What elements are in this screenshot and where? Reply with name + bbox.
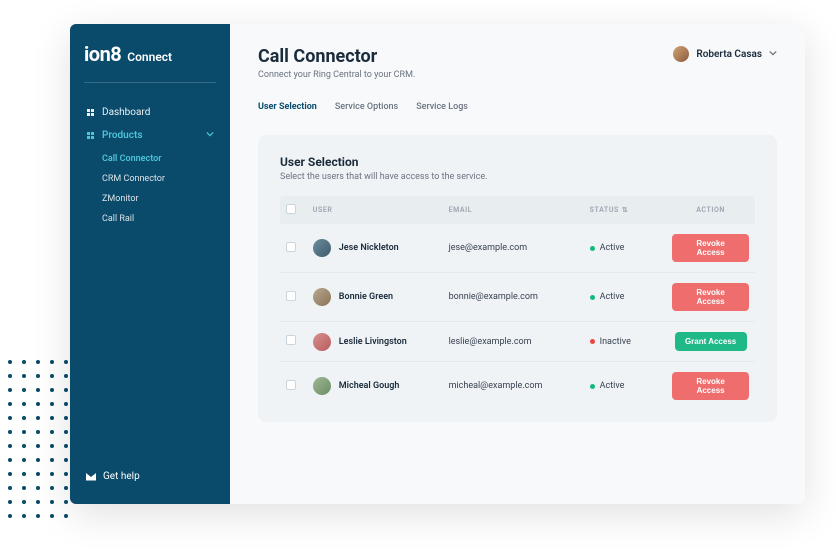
sidebar-item-dashboard[interactable]: Dashboard [84, 101, 216, 124]
nav-list: Dashboard Products Call Connector CRM Co… [84, 101, 216, 467]
th-checkbox [280, 196, 307, 224]
grid-icon [86, 132, 94, 140]
table-row: Bonnie Green bonnie@example.com Active R… [280, 273, 755, 322]
user-name: Jese Nickleton [339, 243, 399, 253]
chevron-down-icon [769, 49, 777, 59]
th-user: USER [307, 196, 443, 224]
user-cell: Jese Nickleton [313, 239, 437, 257]
row-checkbox[interactable] [286, 335, 296, 345]
user-cell: Bonnie Green [313, 288, 437, 306]
avatar [673, 46, 689, 62]
users-table: USER EMAIL STATUS⇅ ACTION Jese Nickleton… [280, 196, 755, 410]
nav-label: Dashboard [102, 107, 150, 118]
chevron-down-icon [206, 130, 214, 141]
grant-access-button[interactable]: Grant Access [675, 332, 747, 351]
email-cell: bonnie@example.com [443, 273, 584, 322]
subnav-call-connector[interactable]: Call Connector [100, 149, 216, 169]
title-block: Call Connector Connect your Ring Central… [258, 46, 415, 80]
row-checkbox[interactable] [286, 291, 296, 301]
sort-icon: ⇅ [622, 206, 628, 214]
status-dot-icon [590, 339, 595, 344]
th-action: ACTION [666, 196, 755, 224]
row-checkbox[interactable] [286, 242, 296, 252]
user-selection-card: User Selection Select the users that wil… [258, 135, 777, 422]
page-title: Call Connector [258, 46, 415, 67]
th-status[interactable]: STATUS⇅ [584, 196, 667, 224]
email-cell: micheal@example.com [443, 362, 584, 411]
status-text: Active [600, 243, 625, 253]
status-cell: Active [590, 292, 661, 302]
email-cell: leslie@example.com [443, 322, 584, 362]
app-window: ion8 Connect Dashboard Products Call Con… [70, 24, 805, 504]
th-email: EMAIL [443, 196, 584, 224]
avatar [313, 239, 331, 257]
status-dot-icon [590, 295, 595, 300]
logo-sub: Connect [127, 50, 172, 64]
tab-user-selection[interactable]: User Selection [258, 98, 317, 116]
card-subtitle: Select the users that will have access t… [280, 172, 755, 182]
logo-main: ion8 [84, 42, 121, 66]
revoke-access-button[interactable]: Revoke Access [672, 234, 749, 262]
table-row: Micheal Gough micheal@example.com Active… [280, 362, 755, 411]
header: Call Connector Connect your Ring Central… [258, 46, 777, 80]
tab-service-logs[interactable]: Service Logs [416, 98, 468, 116]
page-subtitle: Connect your Ring Central to your CRM. [258, 70, 415, 80]
user-name: Micheal Gough [339, 381, 400, 391]
grid-icon [86, 109, 94, 117]
status-dot-icon [590, 246, 595, 251]
revoke-access-button[interactable]: Revoke Access [672, 372, 749, 400]
tab-service-options[interactable]: Service Options [335, 98, 398, 116]
nav-label: Products [102, 130, 142, 141]
get-help-link[interactable]: Get help [84, 467, 216, 486]
sidebar: ion8 Connect Dashboard Products Call Con… [70, 24, 230, 504]
subnav-call-rail[interactable]: Call Rail [100, 209, 216, 229]
subnav: Call Connector CRM Connector ZMonitor Ca… [100, 149, 216, 229]
user-name: Leslie Livingston [339, 337, 407, 347]
select-all-checkbox[interactable] [286, 204, 296, 214]
status-cell: Active [590, 381, 661, 391]
table-row: Jese Nickleton jese@example.com Active R… [280, 224, 755, 273]
avatar [313, 377, 331, 395]
status-text: Active [600, 381, 625, 391]
user-cell: Micheal Gough [313, 377, 437, 395]
email-cell: jese@example.com [443, 224, 584, 273]
subnav-crm-connector[interactable]: CRM Connector [100, 169, 216, 189]
status-text: Active [600, 292, 625, 302]
mail-icon [86, 473, 96, 481]
table-row: Leslie Livingston leslie@example.com Ina… [280, 322, 755, 362]
logo: ion8 Connect [84, 42, 216, 66]
card-title: User Selection [280, 155, 755, 169]
avatar [313, 333, 331, 351]
tabs: User Selection Service Options Service L… [258, 98, 777, 117]
row-checkbox[interactable] [286, 380, 296, 390]
status-cell: Inactive [590, 337, 661, 347]
user-cell: Leslie Livingston [313, 333, 437, 351]
status-text: Inactive [600, 337, 631, 347]
divider [84, 82, 216, 83]
subnav-zmonitor[interactable]: ZMonitor [100, 189, 216, 209]
avatar [313, 288, 331, 306]
revoke-access-button[interactable]: Revoke Access [672, 283, 749, 311]
user-name: Roberta Casas [696, 49, 762, 60]
user-menu[interactable]: Roberta Casas [673, 46, 777, 62]
status-dot-icon [590, 384, 595, 389]
user-name: Bonnie Green [339, 292, 393, 302]
help-label: Get help [103, 471, 140, 482]
main-content: Call Connector Connect your Ring Central… [230, 24, 805, 504]
status-cell: Active [590, 243, 661, 253]
sidebar-item-products[interactable]: Products [84, 124, 216, 147]
